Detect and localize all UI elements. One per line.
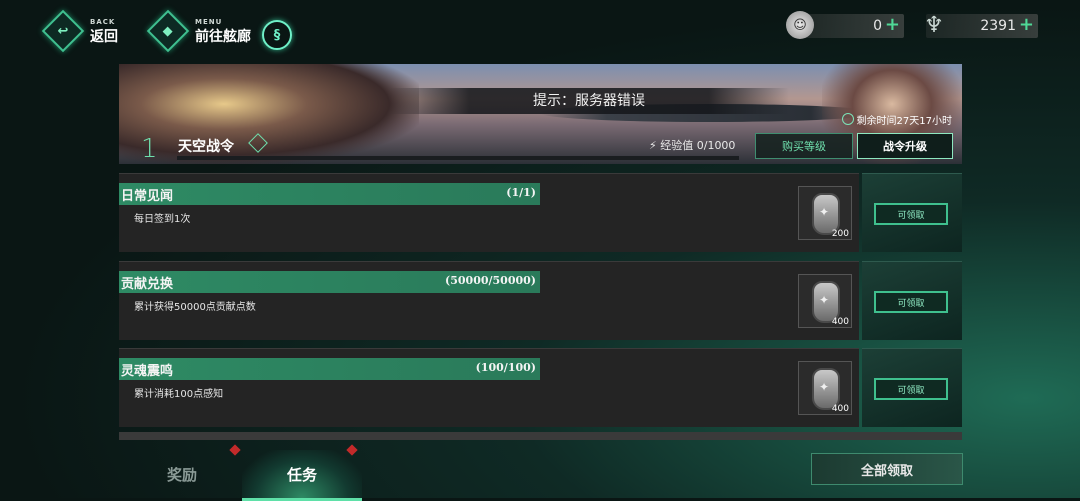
task-row: 灵魂震鸣 (100/100) 累计消耗100点感知 400 — [119, 348, 859, 427]
claim-panel: 可领取 — [862, 348, 962, 427]
menu-caption: MENU — [195, 17, 223, 26]
claim-panel: 可领取 — [862, 173, 962, 252]
time-remaining: 剩余时间27天17小时 — [841, 112, 952, 127]
error-notice: 提示：服务器错误 — [389, 88, 789, 114]
tab-tasks[interactable]: 任务 — [242, 450, 362, 501]
coin-value: 0 — [873, 18, 882, 34]
menu-icon: ◆ — [146, 9, 190, 53]
currency-crystal: ♆ 2391 + — [924, 13, 1038, 38]
add-coin-button[interactable]: + — [885, 14, 900, 35]
task-progress: (1/1) — [506, 186, 536, 199]
reward-amount: 400 — [831, 317, 849, 327]
crystal-icon: ♆ — [924, 12, 944, 38]
claim-button[interactable]: 可领取 — [874, 378, 948, 400]
exp-value: 0/1000 — [696, 139, 736, 152]
menu-label: 前往舷廊 — [195, 28, 251, 45]
task-title: 贡献兑换 — [121, 277, 174, 292]
upgrade-pass-button[interactable]: 战令升级 — [857, 133, 953, 159]
task-progress: (100/100) — [475, 361, 536, 374]
time-remaining-text: 剩余时间27天17小时 — [856, 116, 952, 127]
refresh-icon[interactable]: § — [262, 20, 292, 50]
pass-level: 1 — [141, 134, 158, 164]
crystal-value: 2391 — [980, 18, 1016, 34]
claim-all-button[interactable]: 全部领取 — [811, 453, 963, 485]
reward-item[interactable]: 400 — [798, 274, 852, 328]
reward-item[interactable]: 400 — [798, 361, 852, 415]
add-crystal-button[interactable]: + — [1019, 14, 1034, 35]
task-header: 日常见闻 (1/1) — [119, 183, 540, 205]
claim-button[interactable]: 可领取 — [874, 203, 948, 225]
exp-icon: ⚡ — [649, 139, 657, 152]
claim-button[interactable]: 可领取 — [874, 291, 948, 313]
exp-readout: ⚡ 经验值 0/1000 — [649, 137, 735, 153]
back-arrow-icon: ↩ — [41, 9, 85, 53]
task-title: 灵魂震鸣 — [121, 364, 174, 379]
battle-pass-banner: 提示：服务器错误 1 天空战令 ⚡ 经验值 0/1000 剩余时间27天17小时… — [119, 64, 962, 164]
banner-character-art — [119, 64, 419, 164]
task-header: 贡献兑换 (50000/50000) — [119, 271, 540, 293]
task-row: 贡献兑换 (50000/50000) 累计获得50000点贡献点数 400 — [119, 261, 859, 340]
task-description: 累计获得50000点贡献点数 — [134, 302, 256, 313]
task-row-partial — [119, 432, 962, 440]
buy-level-button[interactable]: 购买等级 — [755, 133, 853, 159]
exp-label: 经验值 — [660, 139, 694, 152]
back-button[interactable]: ↩ BACK 返回 — [41, 9, 118, 53]
task-description: 每日签到1次 — [134, 214, 191, 225]
clock-icon — [841, 113, 854, 125]
pass-name: 天空战令 — [178, 139, 234, 155]
back-label: 返回 — [90, 28, 118, 45]
task-header: 灵魂震鸣 (100/100) — [119, 358, 540, 380]
coin-icon: ☺ — [786, 11, 814, 39]
claim-panel: 可领取 — [862, 261, 962, 340]
reward-amount: 200 — [831, 229, 849, 239]
task-progress: (50000/50000) — [445, 274, 536, 287]
task-title: 日常见闻 — [121, 189, 174, 204]
reward-amount: 400 — [831, 404, 849, 414]
back-caption: BACK — [90, 17, 116, 26]
exp-progress-bar — [177, 156, 739, 160]
menu-button[interactable]: ◆ MENU 前往舷廊 — [146, 9, 251, 53]
tab-rewards[interactable]: 奖励 — [122, 450, 242, 498]
currency-coin: ☺ 0 + — [786, 11, 904, 39]
task-description: 累计消耗100点感知 — [134, 389, 224, 400]
reward-item[interactable]: 200 — [798, 186, 852, 240]
task-row: 日常见闻 (1/1) 每日签到1次 200 — [119, 173, 859, 252]
